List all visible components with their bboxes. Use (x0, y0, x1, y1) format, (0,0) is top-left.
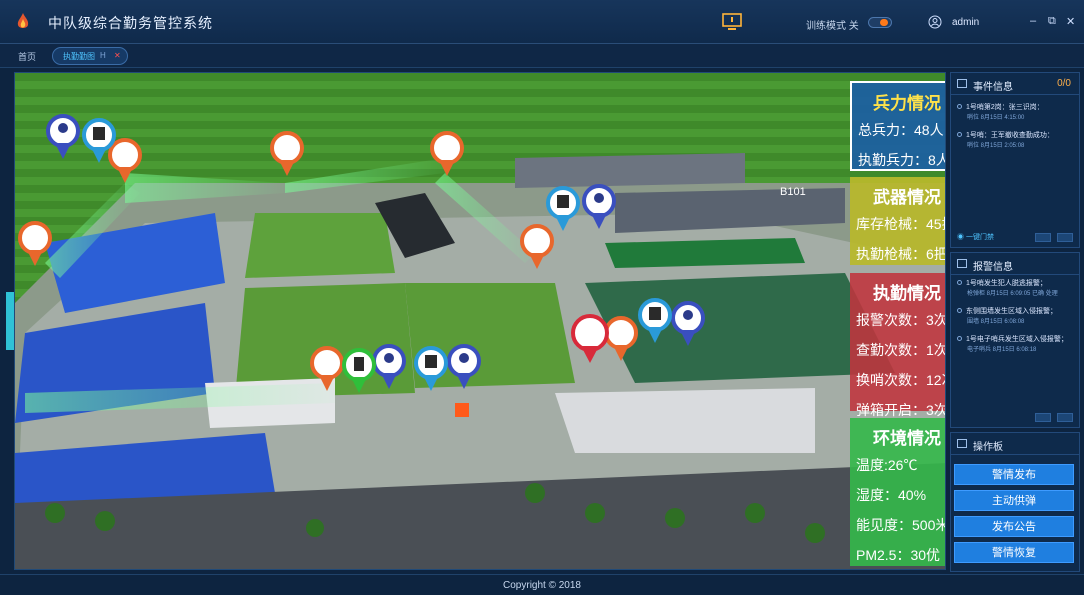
events-header: 事件信息 0/0 (951, 73, 1079, 95)
alarm-item[interactable]: 1号电子哨兵发生区域入侵报警； 电子哨兵 8月15日 6:08:18 (957, 335, 1068, 355)
duty-check-count: 查勤次数：1次 (856, 342, 946, 358)
event-meta: 哨位 8月15日 4:15:00 (967, 115, 1025, 121)
title-bar: 中队级综合勤务管控系统 训练模式 关 admin ‒ ⧉ ✕ (0, 0, 1084, 44)
scene-illustration: B101 (15, 73, 945, 569)
alarm-meta: 枪弹柜 8月15日 6:09:05 已确 处理 (967, 291, 1058, 297)
weapons-panel: 武器情况 库存枪械：45把 执勤枪械：6把 (850, 177, 946, 265)
training-mode-label: 训练模式 关 (806, 21, 859, 32)
collapse-side-tab[interactable] (6, 292, 14, 350)
env-pm25: PM2.5：30优 (856, 547, 941, 563)
prev-page-button[interactable] (1035, 233, 1051, 242)
building-label: B101 (780, 186, 806, 198)
duty-title: 执勤情况 (873, 284, 941, 303)
tab-bar: 首页 执勤勤图 H ✕ (0, 44, 1084, 68)
bullet-icon (957, 336, 962, 341)
copyright: Copyright © 2018 (503, 580, 581, 591)
prev-page-button[interactable] (1035, 413, 1051, 422)
alarms-header: 报警信息 (951, 253, 1079, 275)
alarm-publish-button[interactable]: 警情发布 (954, 464, 1074, 485)
alarm-item[interactable]: 东侧围墙发生区域入侵报警； 围墙 8月15日 6:08:08 (957, 307, 1057, 327)
alarm-item[interactable]: 1号哨发生犯人脱逃报警； 枪弹柜 8月15日 6:09:05 已确 处理 (957, 279, 1058, 299)
user-name[interactable]: admin (952, 17, 979, 28)
env-title: 环境情况 (873, 429, 941, 448)
bullet-icon (957, 104, 962, 109)
troops-title: 兵力情况 (873, 94, 941, 113)
map-scene[interactable]: B101 兵力情况 总兵力：48人 执勤兵力：8人 武器情况 库存枪械：45把 … (14, 72, 946, 570)
alarms-panel: 报警信息 1号哨发生犯人脱逃报警； 枪弹柜 8月15日 6:09:05 已确 处… (950, 252, 1080, 428)
tab-extra: H (100, 51, 106, 60)
minimize-button[interactable]: ‒ (1030, 15, 1036, 27)
troops-total: 总兵力：48人 (858, 122, 944, 138)
events-title: 事件信息 (973, 82, 1013, 93)
alarm-restore-button[interactable]: 警情恢复 (954, 542, 1074, 563)
weapons-on-duty: 执勤枪械：6把 (856, 246, 946, 262)
event-item[interactable]: 1号哨第2岗：张三识岗： 哨位 8月15日 4:15:00 (957, 103, 1044, 123)
tab-label: 执勤勤图 (63, 52, 95, 61)
close-button[interactable]: ✕ (1066, 15, 1075, 28)
one-key-door-label: 一键门禁 (965, 234, 994, 241)
board-icon (957, 439, 967, 448)
weapons-stock: 库存枪械：45把 (856, 216, 946, 232)
event-text: 1号哨：王军撤收查勤成功： (966, 132, 1054, 139)
env-humidity: 湿度：40% (856, 487, 927, 503)
tab-duty-map[interactable]: 执勤勤图 H ✕ (52, 47, 128, 65)
tab-home[interactable]: 首页 (18, 50, 36, 63)
troops-on-duty: 执勤兵力：8人 (858, 152, 946, 168)
events-panel: 事件信息 0/0 1号哨第2岗：张三识岗： 哨位 8月15日 4:15:00 1… (950, 72, 1080, 248)
monitor-icon[interactable] (722, 13, 742, 31)
bullet-icon (957, 280, 962, 285)
alarm-icon (957, 259, 967, 268)
duty-ammo-open: 弹箱开启：3次 (856, 402, 946, 418)
alarm-text: 1号电子哨兵发生区域入侵报警； (966, 336, 1068, 343)
event-text: 1号哨第2岗：张三识岗： (966, 104, 1044, 111)
events-count: 0/0 (1057, 78, 1071, 89)
restore-button[interactable]: ⧉ (1048, 15, 1056, 28)
list-icon (957, 79, 967, 88)
alarms-title: 报警信息 (973, 262, 1013, 273)
alarm-meta: 围墙 8月15日 6:08:08 (967, 319, 1025, 325)
app-logo-icon (17, 13, 29, 28)
alarm-text: 1号哨发生犯人脱逃报警； (966, 280, 1047, 287)
next-page-button[interactable] (1057, 233, 1073, 242)
bullet-icon (957, 308, 962, 313)
tab-close-icon[interactable]: ✕ (114, 51, 121, 60)
env-temperature: 温度:26℃ (856, 457, 918, 473)
troops-panel: 兵力情况 总兵力：48人 执勤兵力：8人 (850, 81, 946, 171)
duty-shift-count: 换哨次数：12次 (856, 372, 946, 388)
alarm-meta: 电子哨兵 8月15日 6:08:18 (967, 347, 1037, 353)
active-ammo-supply-button[interactable]: 主动供弹 (954, 490, 1074, 511)
one-key-door-link[interactable]: ◉ 一键门禁 (957, 233, 994, 243)
publish-notice-button[interactable]: 发布公告 (954, 516, 1074, 537)
bullet-icon (957, 132, 962, 137)
environment-panel: 环境情况 温度:26℃ 湿度：40% 能见度：500米 PM2.5：30优 (850, 418, 946, 566)
eye-icon: ◉ (957, 234, 966, 241)
weapons-title: 武器情况 (873, 188, 941, 207)
duty-alarm-count: 报警次数：3次 (856, 312, 946, 328)
app-title: 中队级综合勤务管控系统 (48, 15, 213, 31)
toggle-knob (880, 19, 888, 26)
operation-header: 操作板 (951, 433, 1079, 455)
event-meta: 哨位 8月15日 2:05:08 (967, 143, 1025, 149)
user-icon (928, 15, 942, 29)
training-mode-toggle[interactable] (868, 17, 892, 28)
duty-panel: 执勤情况 报警次数：3次 查勤次数：1次 换哨次数：12次 弹箱开启：3次 (850, 273, 946, 418)
env-visibility: 能见度：500米 (856, 517, 946, 533)
operation-title: 操作板 (973, 442, 1003, 453)
footer: Copyright © 2018 (0, 574, 1084, 595)
alarm-text: 东侧围墙发生区域入侵报警； (966, 308, 1057, 315)
next-page-button[interactable] (1057, 413, 1073, 422)
event-item[interactable]: 1号哨：王军撤收查勤成功： 哨位 8月15日 2:05:08 (957, 131, 1054, 151)
